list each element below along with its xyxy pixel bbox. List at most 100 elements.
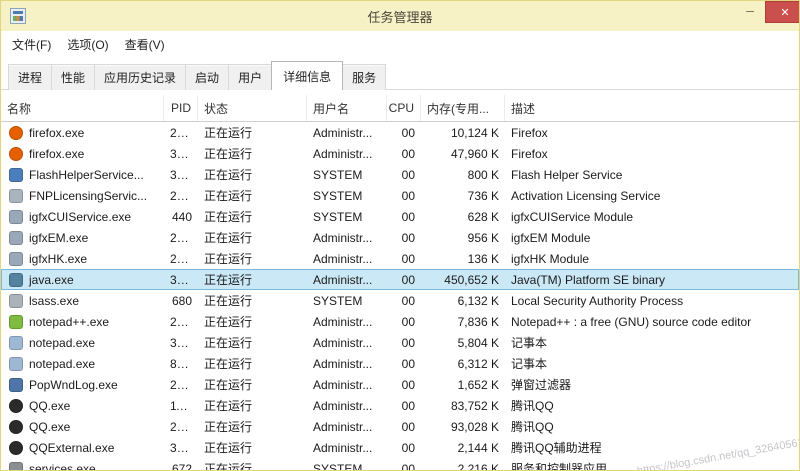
process-cpu: 00 — [387, 420, 421, 434]
process-cpu: 00 — [387, 273, 421, 287]
firefox-icon — [9, 126, 23, 140]
tab-进程[interactable]: 进程 — [8, 64, 52, 90]
process-cpu: 00 — [387, 357, 421, 371]
table-row[interactable]: notepad++.exe 25740 正在运行 Administr... 00… — [1, 311, 799, 332]
process-status: 正在运行 — [198, 397, 307, 414]
lsass-icon — [9, 294, 23, 308]
table-row[interactable]: lsass.exe 680 正在运行 SYSTEM 00 6,132 K Loc… — [1, 290, 799, 311]
process-memory: 83,752 K — [421, 399, 505, 413]
process-cpu: 00 — [387, 210, 421, 224]
process-pid: 23184 — [164, 378, 198, 392]
process-description: 腾讯QQ — [505, 397, 799, 414]
process-cpu: 00 — [387, 252, 421, 266]
column-header-名称[interactable]: 名称 — [1, 95, 164, 121]
process-description: igfxHK Module — [505, 252, 799, 266]
tab-label: 进程 — [18, 71, 42, 85]
process-pid: 2424 — [164, 252, 198, 266]
process-name: igfxEM.exe — [29, 231, 88, 245]
process-name: firefox.exe — [29, 147, 84, 161]
process-description: Firefox — [505, 147, 799, 161]
title-bar[interactable]: 任务管理器 ─ ✕ — [1, 1, 799, 31]
table-row[interactable]: QQExternal.exe 33392 正在运行 Administr... 0… — [1, 437, 799, 458]
column-header-内存(专用...[interactable]: 内存(专用... — [421, 95, 505, 121]
process-name: QQ.exe — [29, 420, 70, 434]
tab-详细信息[interactable]: 详细信息 — [271, 61, 343, 90]
table-row[interactable]: services.exe 672 正在运行 SYSTEM 00 2,216 K … — [1, 458, 799, 471]
process-status: 正在运行 — [198, 145, 307, 162]
process-user: Administr... — [307, 441, 387, 455]
tab-启动[interactable]: 启动 — [185, 64, 229, 90]
table-row[interactable]: PopWndLog.exe 23184 正在运行 Administr... 00… — [1, 374, 799, 395]
process-name: FlashHelperService... — [29, 168, 144, 182]
process-name: notepad++.exe — [29, 315, 109, 329]
process-user: Administr... — [307, 420, 387, 434]
process-user: Administr... — [307, 252, 387, 266]
table-row[interactable]: igfxHK.exe 2424 正在运行 Administr... 00 136… — [1, 248, 799, 269]
table-row[interactable]: FlashHelperService... 30864 正在运行 SYSTEM … — [1, 164, 799, 185]
process-name-cell: java.exe — [1, 273, 164, 287]
tab-label: 详细信息 — [283, 70, 331, 84]
table-row[interactable]: FNPLicensingServic... 20464 正在运行 SYSTEM … — [1, 185, 799, 206]
notepad-icon — [9, 357, 23, 371]
table-row[interactable]: QQ.exe 11328 正在运行 Administr... 00 83,752… — [1, 395, 799, 416]
process-memory: 628 K — [421, 210, 505, 224]
menu-item[interactable]: 选项(O) — [59, 32, 116, 57]
table-row[interactable]: java.exe 36792 正在运行 Administr... 00 450,… — [1, 269, 799, 290]
process-memory: 5,804 K — [421, 336, 505, 350]
process-status: 正在运行 — [198, 292, 307, 309]
process-name: firefox.exe — [29, 126, 84, 140]
table-row[interactable]: firefox.exe 29320 正在运行 Administr... 00 1… — [1, 122, 799, 143]
table-row[interactable]: notepad.exe 36332 正在运行 Administr... 00 5… — [1, 332, 799, 353]
menu-item[interactable]: 查看(V) — [117, 32, 173, 57]
process-status: 正在运行 — [198, 124, 307, 141]
process-pid: 36792 — [164, 273, 198, 287]
process-cpu: 00 — [387, 126, 421, 140]
process-pid: 2416 — [164, 231, 198, 245]
minimize-button[interactable]: ─ — [735, 1, 765, 23]
process-user: Administr... — [307, 126, 387, 140]
process-description: Flash Helper Service — [505, 168, 799, 182]
column-header-PID[interactable]: PID — [164, 95, 198, 121]
column-header-CPU[interactable]: CPU — [387, 95, 421, 121]
process-table-body: firefox.exe 29320 正在运行 Administr... 00 1… — [1, 122, 799, 471]
process-description: 服务和控制器应用 — [505, 460, 799, 471]
process-name: igfxCUIService.exe — [29, 210, 131, 224]
process-memory: 6,132 K — [421, 294, 505, 308]
process-name-cell: services.exe — [1, 462, 164, 471]
process-description: 腾讯QQ — [505, 418, 799, 435]
table-row[interactable]: QQ.exe 20460 正在运行 Administr... 00 93,028… — [1, 416, 799, 437]
process-status: 正在运行 — [198, 376, 307, 393]
process-memory: 136 K — [421, 252, 505, 266]
tab-用户[interactable]: 用户 — [228, 64, 272, 90]
menu-item[interactable]: 文件(F) — [4, 32, 59, 57]
process-memory: 956 K — [421, 231, 505, 245]
process-name: notepad.exe — [29, 336, 95, 350]
column-header-用户名[interactable]: 用户名 — [307, 95, 387, 121]
process-cpu: 00 — [387, 189, 421, 203]
process-cpu: 00 — [387, 315, 421, 329]
task-manager-window: 任务管理器 ─ ✕ 文件(F) 选项(O) 查看(V) 进程 性能 应用历史记录… — [0, 0, 800, 471]
process-name-cell: notepad.exe — [1, 357, 164, 371]
process-user: Administr... — [307, 399, 387, 413]
table-row[interactable]: notepad.exe 8236 正在运行 Administr... 00 6,… — [1, 353, 799, 374]
process-cpu: 00 — [387, 378, 421, 392]
table-row[interactable]: firefox.exe 33832 正在运行 Administr... 00 4… — [1, 143, 799, 164]
menu-bar: 文件(F) 选项(O) 查看(V) — [1, 31, 799, 57]
process-pid: 36332 — [164, 336, 198, 350]
tab-应用历史记录[interactable]: 应用历史记录 — [94, 64, 186, 90]
process-pid: 11328 — [164, 399, 198, 413]
table-row[interactable]: igfxEM.exe 2416 正在运行 Administr... 00 956… — [1, 227, 799, 248]
process-user: Administr... — [307, 147, 387, 161]
table-row[interactable]: igfxCUIService.exe 440 正在运行 SYSTEM 00 62… — [1, 206, 799, 227]
process-description: igfxEM Module — [505, 231, 799, 245]
column-header-状态[interactable]: 状态 — [198, 95, 307, 121]
process-memory: 2,216 K — [421, 462, 505, 471]
column-header-描述[interactable]: 描述 — [505, 95, 799, 121]
process-memory: 450,652 K — [421, 273, 505, 287]
close-button[interactable]: ✕ — [765, 1, 800, 23]
tab-服务[interactable]: 服务 — [342, 64, 386, 90]
process-memory: 736 K — [421, 189, 505, 203]
process-cpu: 00 — [387, 294, 421, 308]
tab-label: 用户 — [238, 71, 262, 85]
tab-性能[interactable]: 性能 — [51, 64, 95, 90]
